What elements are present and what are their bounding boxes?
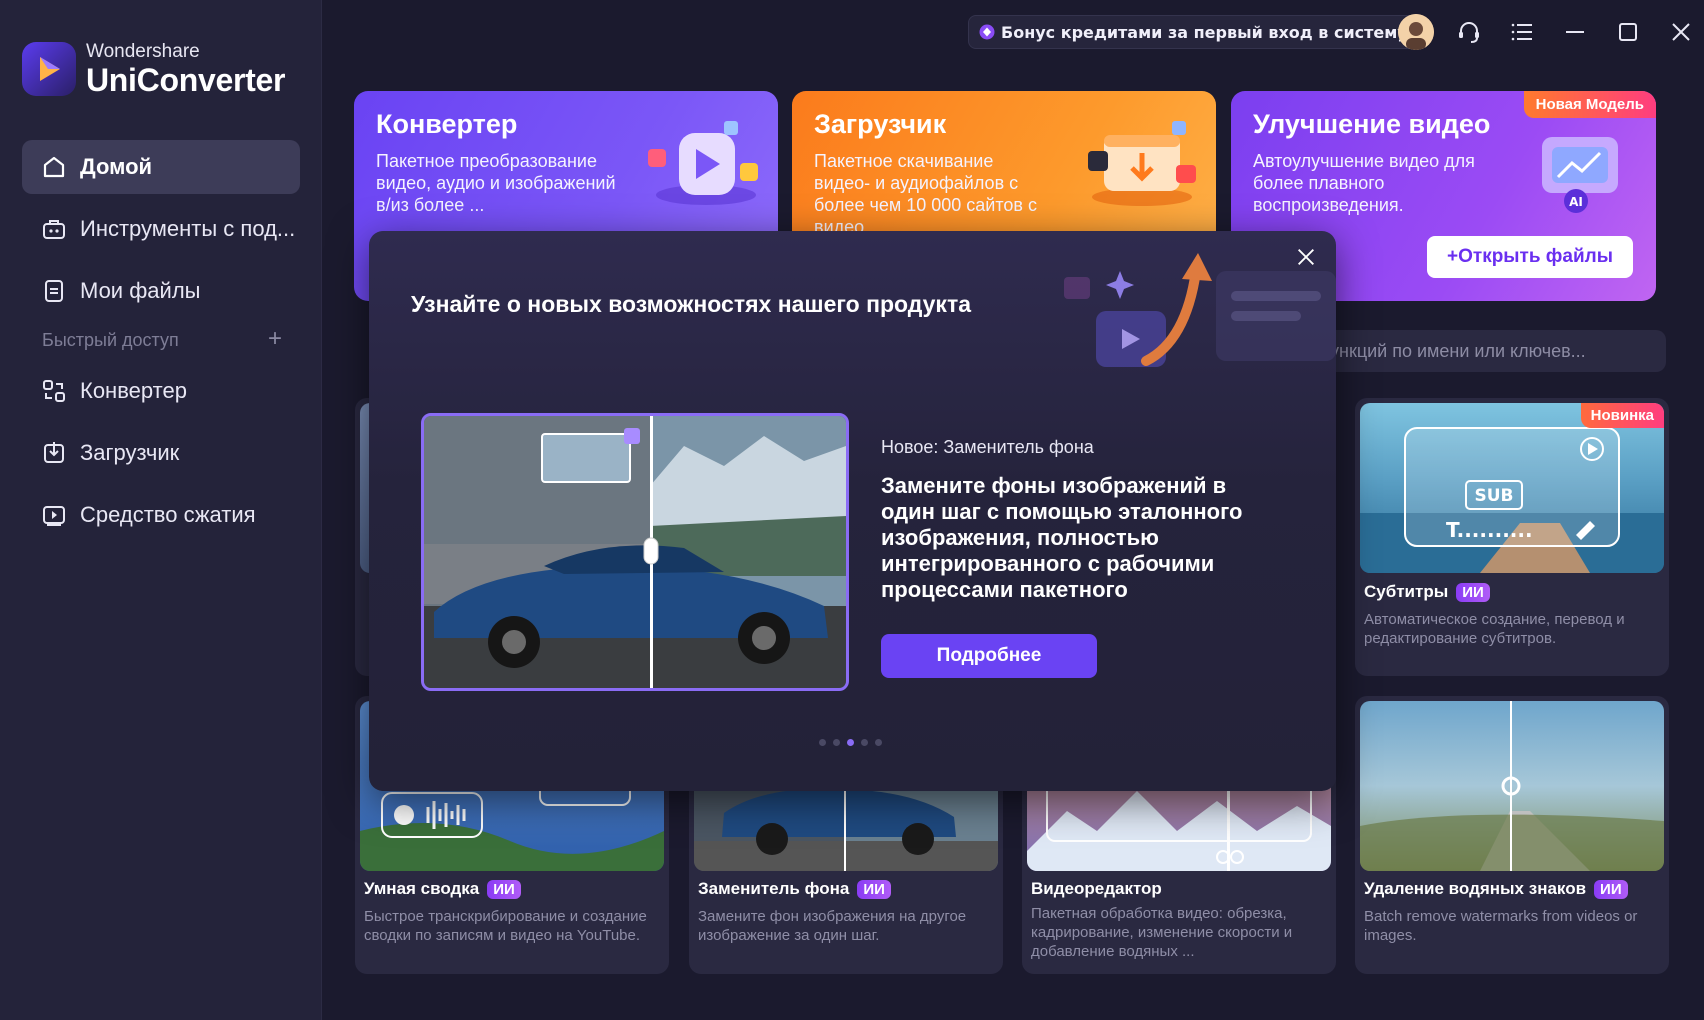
quick-access-header: Быстрый доступ +: [42, 327, 282, 351]
product-name: UniConverter: [86, 62, 286, 98]
sidebar-item-home[interactable]: Домой: [22, 140, 300, 194]
slide-headline: Замените фоны изображений в один шаг с п…: [881, 473, 1243, 602]
tool-title-text: Умная сводка: [364, 879, 480, 898]
slide-preview-image: [421, 413, 849, 691]
sidebar-item-compressor[interactable]: Средство сжатия: [22, 488, 300, 542]
carousel-dots: [819, 739, 889, 746]
tool-desc: Замените фон изображения на другое изобр…: [698, 908, 967, 944]
app-logo: Wondershare UniConverter: [22, 42, 285, 96]
tool-desc: Пакетная обработка видео: обрезка, кадри…: [1031, 905, 1293, 960]
feature-desc: Автоулучшение видео для более плавного в…: [1253, 151, 1475, 215]
converter-illustration-icon: [648, 121, 758, 205]
avatar[interactable]: [1398, 14, 1434, 50]
carousel-dot[interactable]: [819, 739, 826, 746]
converter-icon: [40, 377, 68, 405]
tool-title-text: Видеоредактор: [1031, 879, 1162, 898]
tool-desc: Быстрое транскрибирование и создание сво…: [364, 908, 647, 944]
ai-badge: ИИ: [857, 879, 891, 899]
close-icon[interactable]: [1292, 243, 1320, 271]
maximize-icon[interactable]: [1610, 14, 1646, 50]
toolbox-icon: [40, 215, 68, 243]
ai-badge: ИИ: [1456, 582, 1490, 602]
sidebar-item-label: Конвертер: [80, 378, 187, 403]
open-files-button[interactable]: +Открыть файлы: [1427, 236, 1633, 278]
app-window: Wondershare UniConverter Домой Инструмен…: [0, 0, 1704, 1020]
tool-title: Умная сводка ИИ: [364, 879, 521, 899]
subtitles-thumbnail: SUB T..........: [1360, 403, 1664, 573]
sidebar-item-label: Загрузчик: [80, 440, 180, 465]
rocket-arrow-illustration-icon: [1064, 253, 1336, 367]
sidebar-item-my-files[interactable]: Мои файлы: [22, 264, 300, 318]
home-icon: [40, 153, 68, 181]
watermark-thumbnail: [1360, 701, 1664, 871]
sidebar-item-label: Инструменты с под...: [80, 216, 296, 241]
sidebar: Wondershare UniConverter Домой Инструмен…: [0, 0, 322, 1020]
close-window-icon[interactable]: [1663, 14, 1699, 50]
new-badge: Новинка: [1580, 403, 1664, 428]
modal-title: Узнайте о новых возможностях нашего прод…: [411, 291, 971, 317]
bonus-banner[interactable]: Бонус кредитами за первый вход в систему: [968, 15, 1421, 49]
tool-title-text: Удаление водяных знаков: [1364, 879, 1587, 898]
tool-title: Субтитры ИИ: [1364, 582, 1490, 602]
svg-text:SUB: SUB: [1474, 486, 1513, 506]
ai-badge: ИИ: [1594, 879, 1628, 899]
svg-text:AI: AI: [1569, 195, 1583, 209]
file-icon: [40, 277, 68, 305]
tool-desc: Batch remove watermarks from videos or i…: [1364, 908, 1638, 944]
tool-card-watermark-remover[interactable]: Удаление водяных знаков ИИ Batch remove …: [1355, 696, 1669, 974]
carousel-dot[interactable]: [833, 739, 840, 746]
new-model-badge: Новая Модель: [1523, 91, 1656, 118]
tool-title: Заменитель фона ИИ: [698, 879, 891, 899]
support-icon[interactable]: [1451, 14, 1487, 50]
sidebar-item-converter[interactable]: Конвертер: [22, 364, 300, 418]
downloader-illustration-icon: [1088, 121, 1196, 206]
quick-access-nav: Конвертер Загрузчик Средство сжатия: [22, 364, 300, 550]
main-nav: Домой Инструменты с под... Мои файлы: [22, 140, 300, 326]
sidebar-item-label: Мои файлы: [80, 278, 201, 303]
tool-card-subtitles[interactable]: SUB T.......... Новинка Субтитры ИИ Авто…: [1355, 398, 1669, 676]
window-controls: [1398, 14, 1699, 50]
svg-text:T..........: T..........: [1446, 518, 1533, 542]
compress-icon: [40, 501, 68, 529]
tool-title-text: Субтитры: [1364, 582, 1449, 601]
tool-title: Видеоредактор: [1031, 879, 1162, 899]
carousel-dot-active[interactable]: [847, 739, 854, 746]
carousel-dot[interactable]: [861, 739, 868, 746]
tool-title: Удаление водяных знаков ИИ: [1364, 879, 1628, 899]
slide-subtitle: Новое: Заменитель фона: [881, 437, 1094, 457]
download-icon: [40, 439, 68, 467]
search-input[interactable]: ункций по имени или ключев...: [1300, 330, 1666, 372]
feature-desc: Пакетное скачивание видео- и аудиофайлов…: [814, 151, 1037, 237]
sidebar-item-ai-tools[interactable]: Инструменты с под...: [22, 202, 300, 256]
quick-access-label: Быстрый доступ: [42, 330, 179, 350]
learn-more-button[interactable]: Подробнее: [881, 634, 1097, 678]
carousel-dot[interactable]: [875, 739, 882, 746]
logo-icon: [22, 42, 76, 96]
sidebar-item-label: Средство сжатия: [80, 502, 256, 527]
menu-list-icon[interactable]: [1504, 14, 1540, 50]
tool-title-text: Заменитель фона: [698, 879, 850, 898]
feature-desc: Пакетное преобразование видео, аудио и и…: [376, 151, 616, 215]
add-quick-access-button[interactable]: +: [268, 327, 282, 351]
bonus-text: Бонус кредитами за первый вход в систему: [1001, 22, 1408, 42]
enhance-illustration-icon: AI: [1542, 137, 1618, 213]
brand-name: Wondershare: [86, 41, 200, 62]
sidebar-item-label: Домой: [80, 154, 153, 179]
sidebar-item-downloader[interactable]: Загрузчик: [22, 426, 300, 480]
tool-desc: Автоматическое создание, перевод и редак…: [1364, 611, 1625, 647]
ai-badge: ИИ: [487, 879, 521, 899]
gem-icon: [979, 24, 995, 40]
whats-new-modal: Узнайте о новых возможностях нашего прод…: [369, 231, 1336, 791]
minimize-icon[interactable]: [1557, 14, 1593, 50]
